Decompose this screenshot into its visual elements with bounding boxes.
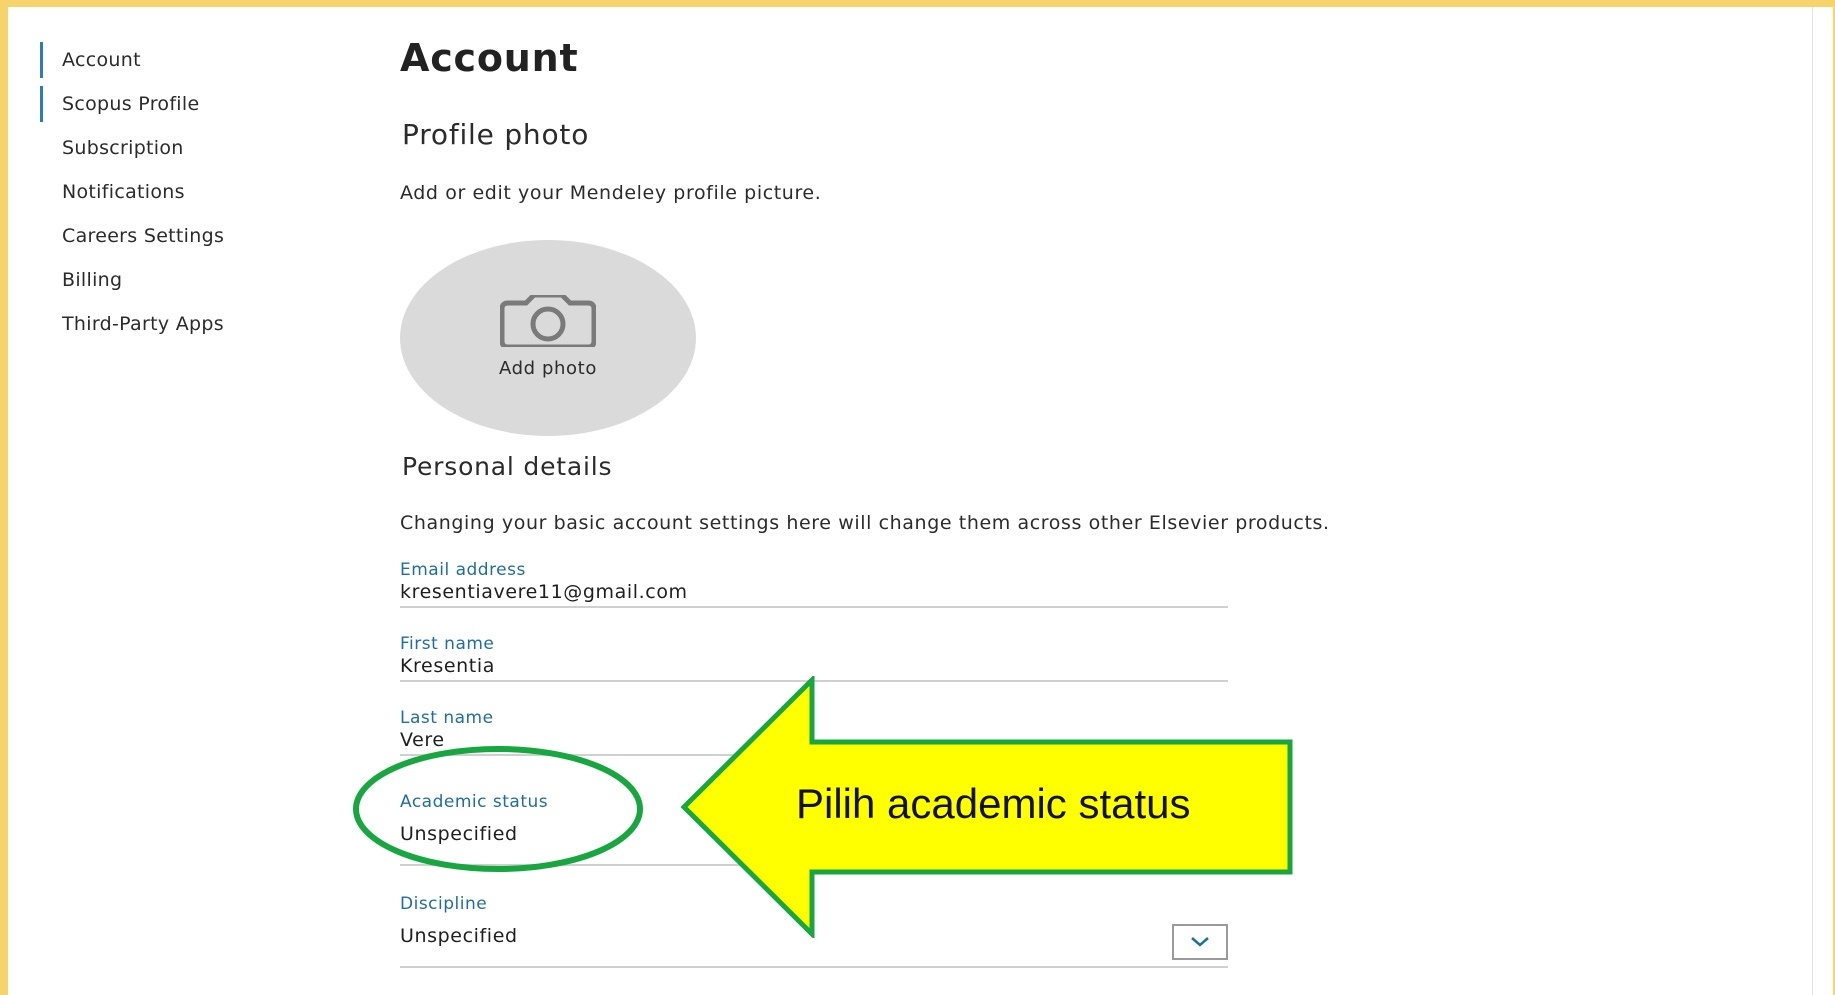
sidebar-item-notifications[interactable]: Notifications [40, 170, 300, 214]
sidebar-item-label: Notifications [62, 181, 185, 203]
sidebar-item-account[interactable]: Account [40, 38, 300, 82]
personal-details-description: Changing your basic account settings her… [400, 512, 1330, 534]
sidebar-item-label: Third-Party Apps [62, 313, 224, 335]
first-name-value: Kresentia [400, 655, 495, 677]
page-title: Account [400, 36, 579, 80]
sidebar-item-billing[interactable]: Billing [40, 258, 300, 302]
email-label: Email address [400, 560, 526, 580]
profile-photo-heading: Profile photo [402, 118, 590, 151]
sidebar-item-label: Scopus Profile [62, 93, 200, 115]
sidebar-item-careers-settings[interactable]: Careers Settings [40, 214, 300, 258]
add-photo-button[interactable]: Add photo [400, 240, 696, 436]
profile-photo-description: Add or edit your Mendeley profile pictur… [400, 182, 822, 204]
sidebar-item-label: Careers Settings [62, 225, 225, 247]
active-indicator [40, 86, 43, 122]
personal-details-heading: Personal details [402, 452, 613, 481]
add-photo-label: Add photo [499, 358, 597, 379]
email-field[interactable]: Email address kresentiavere11@gmail.com [400, 560, 1228, 608]
active-indicator [40, 42, 43, 78]
sidebar-item-label: Subscription [62, 137, 184, 159]
camera-icon [500, 295, 596, 347]
right-divider [1812, 7, 1813, 995]
settings-sidebar: Account Scopus Profile Subscription Noti… [40, 38, 300, 346]
sidebar-item-label: Account [62, 49, 141, 71]
sidebar-item-third-party-apps[interactable]: Third-Party Apps [40, 302, 300, 346]
callout-text: Pilih academic status [796, 780, 1191, 827]
email-value: kresentiavere11@gmail.com [400, 581, 688, 603]
sidebar-item-subscription[interactable]: Subscription [40, 126, 300, 170]
sidebar-item-label: Billing [62, 269, 123, 291]
sidebar-item-scopus-profile[interactable]: Scopus Profile [40, 82, 300, 126]
first-name-field[interactable]: First name Kresentia [400, 634, 1228, 682]
first-name-label: First name [400, 634, 495, 654]
